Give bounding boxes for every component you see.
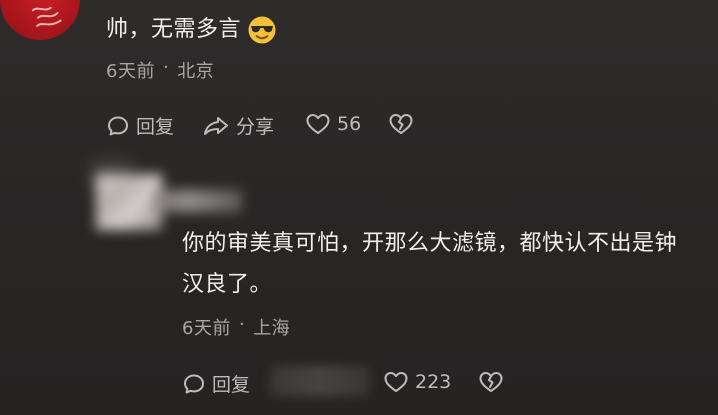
comment-body: 帅，无需多言 [106,17,242,42]
dislike-button[interactable] [388,112,414,136]
like-count: 56 [337,113,362,135]
reply-icon [106,114,130,138]
comment-meta: 6天前 · 北京 [106,57,214,83]
avatar-logo-icon [28,0,72,35]
share-label: 分享 [236,116,275,138]
comment-text: 你的审美真可怕，开那么大滤镜，都快认不出是钟 汉良了。 [182,228,677,301]
comment-text: 帅，无需多言 [106,14,277,46]
broken-heart-icon [388,112,414,136]
sunglasses-emoji-icon [247,15,277,45]
comment-time: 6天前 [182,318,231,339]
comment-body-line1: 你的审美真可怕，开那么大滤镜，都快认不出是钟 [182,231,678,256]
meta-separator: · [162,57,170,78]
reply-button[interactable]: 回复 [106,112,174,139]
comment-location: 上海 [253,318,291,339]
comment-location: 北京 [177,61,215,82]
reply-button[interactable]: 回复 [182,370,250,397]
blurred-user-avatar[interactable] [92,160,252,230]
like-button[interactable]: 56 [305,112,361,136]
blur-patch [152,190,242,212]
broken-heart-icon [478,370,504,394]
dislike-button[interactable] [478,370,504,394]
reply-label: 回复 [212,374,251,396]
comment-body-line2: 汉良了。 [182,272,273,297]
like-button[interactable]: 223 [383,370,451,394]
like-count: 223 [415,371,452,393]
reply-label: 回复 [136,116,175,138]
comment-meta: 6天前 · 上海 [182,314,290,340]
share-button[interactable]: 分享 [202,112,274,139]
blurred-share-button[interactable] [270,366,370,396]
heart-icon [383,370,409,394]
share-icon [202,114,230,138]
meta-separator: · [238,314,246,335]
reply-icon [182,372,206,396]
comment-time: 6天前 [106,61,155,82]
heart-icon [305,112,331,136]
